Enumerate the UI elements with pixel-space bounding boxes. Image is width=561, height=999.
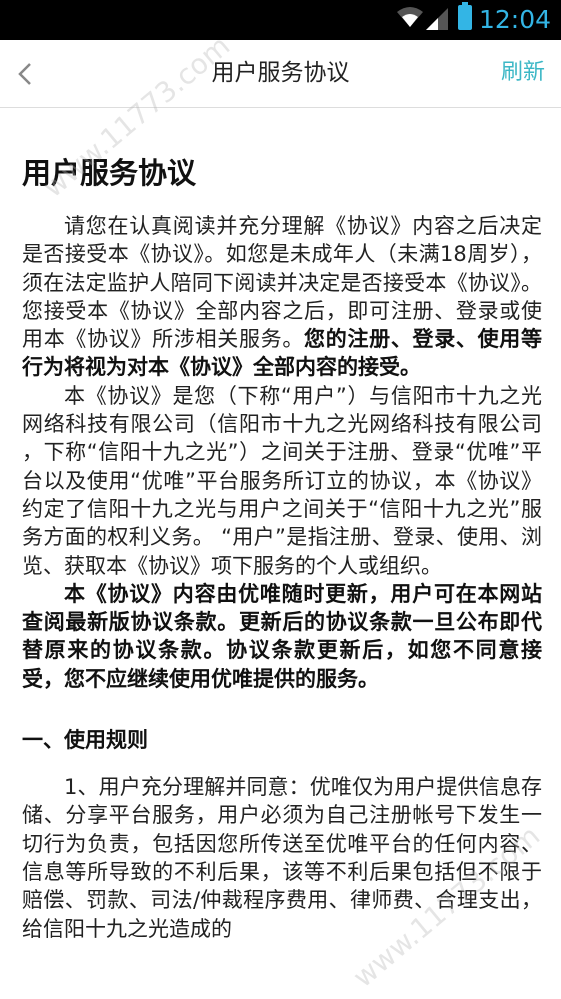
paragraph-rule-1: 1、用户充分理解并同意：优唯仅为用户提供信息存储、分享平台服务，用户必须为自己注… bbox=[22, 775, 542, 941]
agreement-content: 用户服务协议 请您在认真阅读并充分理解《协议》内容之后决定是否接受本《协议》。如… bbox=[22, 146, 542, 943]
status-bar: 12:04 bbox=[0, 0, 561, 40]
battery-icon bbox=[458, 2, 472, 30]
section-heading-usage-rules: 一、使用规则 bbox=[22, 728, 148, 753]
refresh-button[interactable]: 刷新 bbox=[501, 58, 545, 88]
document-title: 用户服务协议 bbox=[22, 156, 197, 190]
wifi-icon bbox=[397, 7, 423, 27]
paragraph-update-notice: 本《协议》内容由优唯随时更新，用户可在本网站查阅最新版协议条款。更新后的协议条款… bbox=[22, 581, 542, 691]
paragraph-definition: 本《协议》是您（下称“用户”）与信阳市十九之光网络科技有限公司（信阳市十九之光网… bbox=[22, 383, 542, 578]
paragraph-intro: 请您在认真阅读并充分理解《协议》内容之后决定是否接受本《协议》。如您是未成年人（… bbox=[22, 212, 542, 382]
navigation-bar: 用户服务协议 刷新 bbox=[0, 40, 561, 108]
signal-icon bbox=[426, 8, 448, 30]
status-time: 12:04 bbox=[478, 5, 551, 34]
page-title: 用户服务协议 bbox=[211, 60, 350, 86]
